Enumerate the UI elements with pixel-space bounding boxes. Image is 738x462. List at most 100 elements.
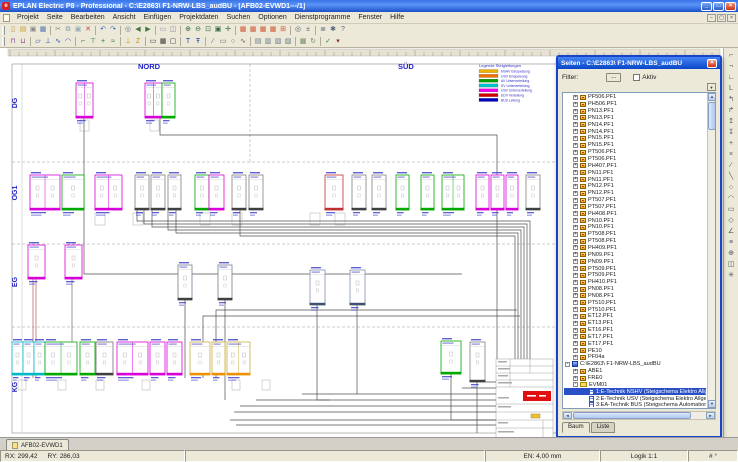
grid-a-icon[interactable]: ▦: [238, 25, 248, 35]
cross-icon[interactable]: +: [726, 138, 737, 149]
find-icon[interactable]: ◎: [123, 25, 133, 35]
polygon-tool-icon[interactable]: ◇: [726, 215, 737, 226]
shield-icon[interactable]: ◠: [63, 37, 73, 47]
navigator-terminals-icon[interactable]: ▨: [283, 37, 293, 47]
window-macro-icon[interactable]: ◫: [168, 25, 178, 35]
tree-item[interactable]: -EVM01: [564, 381, 706, 388]
close-button[interactable]: ×: [725, 2, 736, 11]
connection-corner-icon[interactable]: ⌐: [78, 37, 88, 47]
path-text-icon[interactable]: Ŧ: [193, 37, 203, 47]
tree-expander-icon[interactable]: +: [573, 129, 578, 134]
corner-lower-left-icon[interactable]: ∟: [726, 72, 737, 83]
update-icon[interactable]: ↻: [308, 37, 318, 47]
open-project-icon[interactable]: ▤: [18, 25, 28, 35]
goto-next-icon[interactable]: ▶: [143, 25, 153, 35]
tree-item[interactable]: +PH409.PF1: [564, 245, 706, 252]
tree-expander-icon[interactable]: +: [573, 239, 578, 244]
tree-item[interactable]: +ABE1: [564, 368, 706, 375]
filter-dropdown-icon[interactable]: ▼: [707, 83, 716, 91]
tree-item[interactable]: +PN15.PF1: [564, 135, 706, 142]
symbol-multi-icon[interactable]: ⊔: [18, 37, 28, 47]
tree-expander-icon[interactable]: +: [573, 102, 578, 107]
tree-expander-icon[interactable]: +: [573, 191, 578, 196]
tree-item[interactable]: +PH506.PF1: [564, 101, 706, 108]
symbol-insert-icon[interactable]: ⊓: [8, 37, 18, 47]
cut-icon[interactable]: ✂: [53, 25, 63, 35]
tree-expander-icon[interactable]: +: [573, 204, 578, 209]
tree-expander-icon[interactable]: +: [573, 314, 578, 319]
tree-item[interactable]: +PT508.PF1: [564, 231, 706, 238]
tree-expander-icon[interactable]: +: [573, 287, 578, 292]
tree-expander-icon[interactable]: +: [573, 348, 578, 353]
tree-item[interactable]: +ET12.PF1: [564, 313, 706, 320]
tree-expander-icon[interactable]: +: [573, 266, 578, 271]
undo-icon[interactable]: ↶: [98, 25, 108, 35]
tree-expander-icon[interactable]: +: [573, 95, 578, 100]
arc-tool-icon[interactable]: ◠: [726, 193, 737, 204]
page-macro-icon[interactable]: ▭: [158, 25, 168, 35]
angle-down-icon[interactable]: ↱: [726, 105, 737, 116]
tree-item[interactable]: +PN09.PF1: [564, 258, 706, 265]
tree-expander-icon[interactable]: +: [573, 232, 578, 237]
tree-item[interactable]: 1:E-Technik NSHV (Steigschema Elektro Al…: [564, 388, 706, 395]
scrollbar-thumb[interactable]: [708, 102, 716, 130]
minimize-button[interactable]: _: [701, 2, 712, 11]
line-icon[interactable]: ∕: [208, 37, 218, 47]
tree-item[interactable]: +PT509.PF1: [564, 265, 706, 272]
tree-expander-icon[interactable]: +: [573, 211, 578, 216]
split-tool-icon[interactable]: ◫: [726, 259, 737, 270]
tree-expander-icon[interactable]: +: [573, 328, 578, 333]
tree-item[interactable]: +PN10.PF1: [564, 217, 706, 224]
paste-icon[interactable]: ▣: [73, 25, 83, 35]
tree-expander-icon[interactable]: +: [573, 376, 578, 381]
menu-projektdaten[interactable]: Projektdaten: [175, 14, 222, 21]
zoom-window-icon[interactable]: ⊡: [203, 25, 213, 35]
tree-item[interactable]: +PN13.PF1: [564, 115, 706, 122]
settings-icon[interactable]: ✱: [328, 25, 338, 35]
line-diagonal-icon[interactable]: ∕: [726, 160, 737, 171]
tree-expander-icon[interactable]: -: [565, 362, 570, 367]
tree-expander-icon[interactable]: +: [573, 369, 578, 374]
tree-expander-icon[interactable]: +: [573, 184, 578, 189]
mdi-restore-button[interactable]: ▢: [717, 14, 726, 22]
hatch-tool-icon[interactable]: ≡: [726, 237, 737, 248]
tree-item[interactable]: +PT509.PF1: [564, 272, 706, 279]
tree-item[interactable]: 3:EA-Technik BUS (Steigschema Automation…: [564, 402, 706, 407]
tree-item[interactable]: +PT507.PF1: [564, 197, 706, 204]
vertical-scrollbar[interactable]: ▲ ▼: [707, 93, 715, 408]
mdi-close-button[interactable]: ×: [727, 14, 736, 22]
navigator-pages-icon[interactable]: ▤: [253, 37, 263, 47]
grid-c-icon[interactable]: ▦: [258, 25, 268, 35]
mdi-minimize-button[interactable]: −: [707, 14, 716, 22]
tree-item[interactable]: +PN09.PF1: [564, 251, 706, 258]
connection-tee-icon[interactable]: ⊤: [88, 37, 98, 47]
tree-item[interactable]: +PE10: [564, 347, 706, 354]
arrow-down-icon[interactable]: ↧: [726, 127, 737, 138]
terminal-icon[interactable]: ⊥: [43, 37, 53, 47]
new-project-icon[interactable]: ▯: [8, 25, 18, 35]
menu-projekt[interactable]: Projekt: [13, 14, 43, 21]
tree-expander-icon[interactable]: +: [573, 122, 578, 127]
tree-item[interactable]: +PN13.PF1: [564, 108, 706, 115]
potential-icon[interactable]: ⊥: [123, 37, 133, 47]
save-icon[interactable]: ▦: [38, 25, 48, 35]
tree-item[interactable]: -C:\E2863\ F1-NRW-LBS_audBU: [564, 361, 706, 368]
tree-item[interactable]: +PN11.PF1: [564, 176, 706, 183]
goto-prev-icon[interactable]: ◀: [133, 25, 143, 35]
horizontal-scrollbar[interactable]: ◄ ►: [562, 411, 716, 420]
black-box-icon[interactable]: ▭: [148, 37, 158, 47]
rectangle-icon[interactable]: ▭: [218, 37, 228, 47]
tree-expander-icon[interactable]: +: [573, 334, 578, 339]
maximize-button[interactable]: □: [713, 2, 724, 11]
menu-dienstprogramme[interactable]: Dienstprogramme: [291, 14, 355, 21]
tree-expander-icon[interactable]: +: [573, 170, 578, 175]
tree-item[interactable]: 2:E-Technik USV (Steigschema Elektro All…: [564, 395, 706, 402]
angle-tool-icon[interactable]: ∠: [726, 226, 737, 237]
check-icon[interactable]: ✓: [323, 37, 333, 47]
tree-item[interactable]: +PN15.PF1: [564, 142, 706, 149]
tree-item[interactable]: +PT507.PF1: [564, 204, 706, 211]
corner-upper-right-icon[interactable]: ¬: [726, 61, 737, 72]
pan-icon[interactable]: ✛: [223, 25, 233, 35]
tree-expander-icon[interactable]: +: [573, 143, 578, 148]
tree-expander-icon[interactable]: +: [573, 341, 578, 346]
